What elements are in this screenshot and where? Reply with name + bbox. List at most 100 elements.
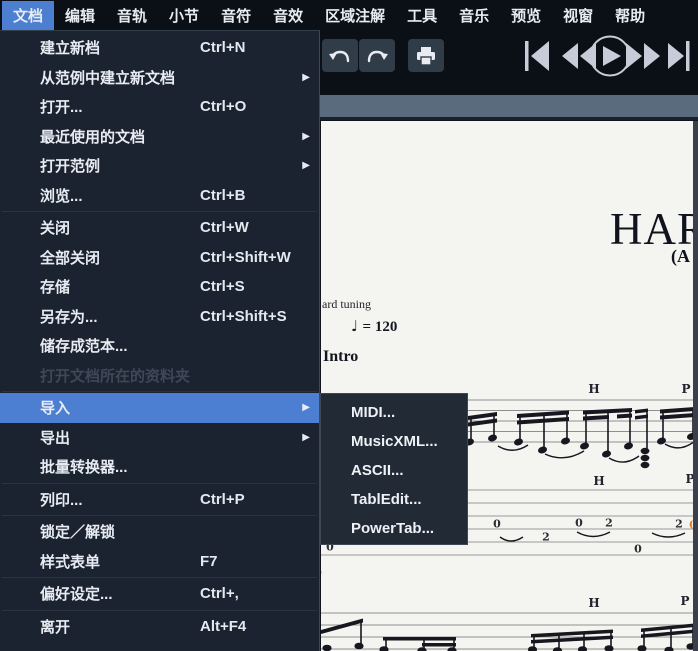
section-label: Intro xyxy=(323,348,358,366)
tempo-marking: ♩ = 120 xyxy=(351,317,397,336)
menu-item-10[interactable]: 另存为... Ctrl+Shift+S xyxy=(0,302,319,332)
menubar-item-2[interactable]: 音轨 xyxy=(106,1,158,30)
menu-item-shortcut: Ctrl+, xyxy=(200,585,239,602)
menu-separator xyxy=(2,483,317,484)
tab-fret-number-0[interactable]: 0 xyxy=(493,518,501,531)
skip-to-end-button[interactable] xyxy=(668,41,690,71)
menu-item-label: 打开文档所在的资料夹 xyxy=(40,365,190,386)
menu-item-20[interactable]: 锁定／解锁 xyxy=(0,517,319,547)
tab-fret-number-1[interactable]: 2 xyxy=(542,531,550,544)
tempo-value: = 120 xyxy=(363,319,398,335)
menu-item-2[interactable]: 打开... Ctrl+O xyxy=(0,92,319,122)
menubar-item-10[interactable]: 视窗 xyxy=(552,1,604,30)
menu-item-shortcut: Ctrl+Shift+S xyxy=(200,308,287,325)
menu-item-21[interactable]: 样式表单F7 xyxy=(0,547,319,577)
menu-item-label: 从范例中建立新文档 xyxy=(40,67,175,88)
import-submenu-item-0[interactable]: MIDI... xyxy=(321,398,467,427)
skip-to-start-button[interactable] xyxy=(525,41,549,71)
articulation-mark-4: H xyxy=(588,596,599,610)
menu-item-23[interactable]: 偏好设定... Ctrl+, xyxy=(0,579,319,609)
redo-icon xyxy=(365,45,389,67)
menu-item-25[interactable]: 离开Alt+F4 xyxy=(0,612,319,642)
menu-item-0[interactable]: 建立新档 Ctrl+N xyxy=(0,33,319,63)
menu-item-label: 建立新档 xyxy=(40,37,100,58)
tuning-label: ard tuning xyxy=(322,297,371,312)
menu-separator xyxy=(2,211,317,212)
submenu-item-label: MusicXML... xyxy=(351,433,438,450)
menu-item-label: 导出 xyxy=(40,427,70,448)
submenu-arrow-icon: ▶ xyxy=(302,432,310,443)
menu-item-shortcut: F7 xyxy=(200,553,218,570)
play-button[interactable] xyxy=(591,37,630,76)
menu-separator xyxy=(2,515,317,516)
menu-item-3[interactable]: 最近使用的文档 ▶ xyxy=(0,122,319,152)
submenu-item-label: ASCII... xyxy=(351,462,404,479)
menu-separator xyxy=(2,577,317,578)
menubar-item-9[interactable]: 预览 xyxy=(500,1,552,30)
articulation-mark-5: P xyxy=(680,594,689,608)
menu-item-shortcut: Ctrl+P xyxy=(200,491,245,508)
menu-item-label: 储存成范本... xyxy=(40,335,128,356)
menu-item-14[interactable]: 导入▶ xyxy=(0,393,319,423)
menu-item-label: 偏好设定... xyxy=(40,583,113,604)
menubar-item-3[interactable]: 小节 xyxy=(158,1,210,30)
menu-item-label: 关闭 xyxy=(40,217,70,238)
menu-item-shortcut: Ctrl+O xyxy=(200,98,246,115)
menu-item-shortcut: Ctrl+N xyxy=(200,39,245,56)
undo-button[interactable] xyxy=(322,39,358,72)
import-submenu: MIDI... MusicXML... ASCII... TablEdit... Pow… xyxy=(320,393,468,545)
print-button[interactable] xyxy=(408,39,444,72)
menu-item-shortcut: Ctrl+S xyxy=(200,278,245,295)
menu-item-7[interactable]: 关闭 Ctrl+W xyxy=(0,213,319,243)
tab-fret-number-5[interactable]: 2 xyxy=(675,518,683,531)
app-window: HAR (A ard tuning ♩ = 120 Intro xyxy=(0,0,698,651)
menu-item-8[interactable]: 全部关闭 Ctrl+Shift+W xyxy=(0,243,319,273)
score-page[interactable]: HAR (A ard tuning ♩ = 120 Intro xyxy=(321,121,693,651)
menu-item-label: 浏览... xyxy=(40,185,83,206)
menu-item-label: 存储 xyxy=(40,276,70,297)
menubar-item-7[interactable]: 工具 xyxy=(396,1,448,30)
document-area: HAR (A ard tuning ♩ = 120 Intro xyxy=(320,95,698,651)
menu-item-label: 打开... xyxy=(40,96,83,117)
menu-item-12: 打开文档所在的资料夹 xyxy=(0,361,319,391)
import-submenu-item-4[interactable]: PowerTab... xyxy=(321,514,467,543)
menu-item-shortcut: Ctrl+W xyxy=(200,219,249,236)
submenu-item-label: PowerTab... xyxy=(351,520,434,537)
menubar-item-5[interactable]: 音效 xyxy=(262,1,314,30)
menubar-item-4[interactable]: 音符 xyxy=(210,1,262,30)
menu-item-15[interactable]: 导出 ▶ xyxy=(0,423,319,453)
redo-button[interactable] xyxy=(359,39,395,72)
menu-item-18[interactable]: 列印... Ctrl+P xyxy=(0,485,319,515)
articulation-mark-1: P xyxy=(681,382,690,396)
menu-item-1[interactable]: 从范例中建立新文档▶ xyxy=(0,63,319,93)
menubar-item-6[interactable]: 区域注解 xyxy=(314,1,396,30)
menu-item-label: 最近使用的文档 xyxy=(40,126,145,147)
menubar-item-11[interactable]: 帮助 xyxy=(604,1,656,30)
tab-fret-number-4[interactable]: 0 xyxy=(634,543,642,556)
menu-item-4[interactable]: 打开范例▶ xyxy=(0,151,319,181)
menubar-item-1[interactable]: 编辑 xyxy=(54,1,106,30)
menu-item-label: 列印... xyxy=(40,489,83,510)
tab-fret-number-8[interactable]: 0 xyxy=(321,567,322,580)
menu-item-label: 另存为... xyxy=(40,306,98,327)
undo-icon xyxy=(328,45,352,67)
submenu-arrow-icon: ▶ xyxy=(302,131,310,142)
menu-item-label: 全部关闭 xyxy=(40,247,100,268)
import-submenu-item-2[interactable]: ASCII... xyxy=(321,456,467,485)
import-submenu-item-3[interactable]: TablEdit... xyxy=(321,485,467,514)
score-subtitle: (A xyxy=(671,246,690,267)
menu-item-9[interactable]: 存储 Ctrl+S xyxy=(0,272,319,302)
tab-fret-number-3[interactable]: 2 xyxy=(605,517,613,530)
slurs xyxy=(498,441,693,541)
menu-item-shortcut: Ctrl+Shift+W xyxy=(200,249,291,266)
tab-fret-number-2[interactable]: 0 xyxy=(575,517,583,530)
import-submenu-item-1[interactable]: MusicXML... xyxy=(321,427,467,456)
menubar-item-8[interactable]: 音乐 xyxy=(448,1,500,30)
fast-forward-button[interactable] xyxy=(626,43,660,69)
menubar-item-0[interactable]: 文档 xyxy=(2,1,54,30)
menu-item-5[interactable]: 浏览...Ctrl+B xyxy=(0,181,319,211)
menu-item-11[interactable]: 储存成范本... xyxy=(0,331,319,361)
notation-system-2 xyxy=(321,590,693,651)
file-menu-items: 建立新档Ctrl+N从范例中建立新文档▶打开...Ctrl+O最近使用的文档▶打… xyxy=(0,33,319,641)
menu-item-16[interactable]: 批量转换器... xyxy=(0,452,319,482)
